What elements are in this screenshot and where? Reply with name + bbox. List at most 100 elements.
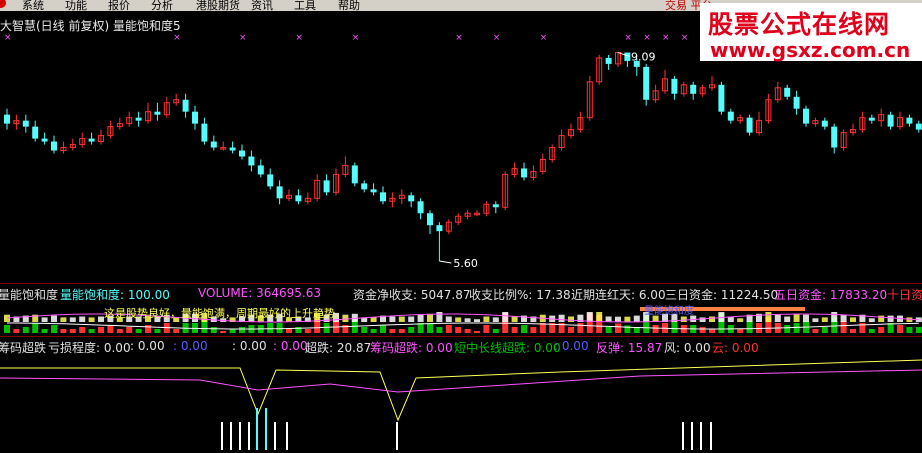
candle-body (257, 165, 264, 175)
three-day-fund: 三日资金: 11224.50 (665, 288, 779, 302)
candle-body (718, 84, 725, 112)
volume-bar (41, 329, 48, 333)
candle-body (906, 117, 913, 124)
wind-value: 风: 0.00 (664, 341, 711, 355)
volume-bar (427, 323, 433, 333)
candle-body (671, 78, 678, 94)
candle-body (727, 111, 734, 121)
candle-body (192, 111, 198, 124)
volume-bar (464, 329, 471, 333)
rebound-value: 反弹: 15.87 (596, 341, 663, 355)
volume-bar (60, 329, 67, 333)
fund-bar (624, 316, 631, 322)
fund-bar (398, 316, 405, 322)
volume-bar (267, 323, 274, 333)
oscillator-line-2 (0, 369, 922, 393)
fund-bar (69, 317, 76, 322)
super-fall: 超跌: 20.87 (305, 341, 372, 355)
fund-bar (821, 317, 828, 322)
volume-bar (145, 325, 151, 333)
fund-bar (558, 314, 565, 322)
indicator-value: 量能饱和度: 100.00 (60, 288, 170, 302)
signal-marker: × (295, 33, 303, 43)
candle-body (295, 195, 302, 202)
fund-bar (831, 312, 838, 322)
volume-bar (483, 325, 490, 333)
volume-bar (408, 327, 415, 333)
signal-marker: × (540, 33, 548, 43)
volume-bar (98, 327, 104, 333)
fund-bar (88, 317, 95, 322)
candle-body (323, 180, 330, 193)
candle-body (605, 57, 612, 64)
volume-bar (88, 329, 95, 333)
volume-bar (530, 327, 537, 333)
fund-bar (765, 312, 772, 322)
fund-bar (605, 316, 612, 322)
short-mid-long-fall: 短中长线超跌: 0.00 (454, 341, 561, 355)
signal-marker: × (239, 33, 247, 43)
low-price-label: 5.60 (453, 257, 478, 270)
fund-bar (887, 315, 894, 322)
volume-bar (32, 323, 39, 333)
candle-body (784, 87, 791, 97)
volume-bar (79, 327, 86, 333)
fund-bar (41, 317, 48, 322)
chip-fall: 筹码超跌: 0.00 (370, 341, 453, 355)
signal-marker: × (352, 33, 360, 43)
fund-bar (60, 317, 67, 322)
fund-bar (737, 318, 744, 322)
volume-bar (389, 329, 396, 333)
signal-marker: × (662, 33, 670, 43)
volume-bar (51, 325, 57, 333)
volume-bar (361, 327, 368, 333)
candle-body (22, 120, 29, 127)
volume-bar (455, 327, 462, 333)
trend-note: 这是股势良好，量能饱满，周期最好的上升趋势。 (104, 307, 346, 320)
volume-bar (13, 329, 20, 333)
volume-bar (737, 329, 744, 333)
fund-bar (483, 316, 490, 322)
volume-bar (915, 327, 922, 333)
fund-bar (4, 314, 10, 322)
recent-red-days: 近期连红天: 6.00 (571, 288, 666, 302)
kline-chart[interactable]: 9.09 5.60 × × × × × × × × × × × × (0, 0, 922, 453)
volume-bar (286, 329, 292, 333)
value-4: : 0.00 (273, 339, 308, 353)
trend-value-2: : 0.00 (554, 339, 589, 353)
fund-bar (427, 313, 433, 322)
fund-ma-line (7, 322, 919, 330)
signal-marker: × (455, 33, 463, 43)
candle-body (229, 147, 236, 151)
volume-bar (868, 329, 875, 333)
volume-bar (474, 331, 480, 333)
volume-bar (699, 327, 706, 333)
fund-bar (370, 317, 377, 322)
signal-marker: × (681, 33, 689, 43)
volume-bar (906, 327, 913, 333)
volume-bar (173, 329, 180, 333)
volume-bar (370, 329, 377, 333)
volume-bar (135, 329, 142, 333)
volume-bar (4, 325, 10, 333)
candle-body (408, 195, 415, 202)
volume-bar (652, 325, 659, 333)
candle-body (803, 108, 809, 124)
fund-bar (408, 316, 415, 322)
value-1: : 0.00 (130, 339, 165, 353)
candle-body (492, 204, 499, 208)
volume-bar (605, 327, 612, 333)
fund-bar (455, 317, 462, 322)
volume-bar (878, 327, 885, 333)
volume-bar (229, 329, 236, 333)
volume-value: VOLUME: 364695.63 (198, 286, 321, 300)
high-price-label: 9.09 (631, 51, 656, 64)
candle-body (746, 117, 753, 133)
volume-bar (220, 331, 227, 333)
fund-bar (436, 312, 443, 322)
panel-name: 量能饱和度 (0, 288, 59, 302)
candle-body (154, 111, 161, 115)
volume-bar (812, 329, 819, 333)
candle-body (239, 150, 245, 157)
low-price-pointer (439, 260, 452, 264)
